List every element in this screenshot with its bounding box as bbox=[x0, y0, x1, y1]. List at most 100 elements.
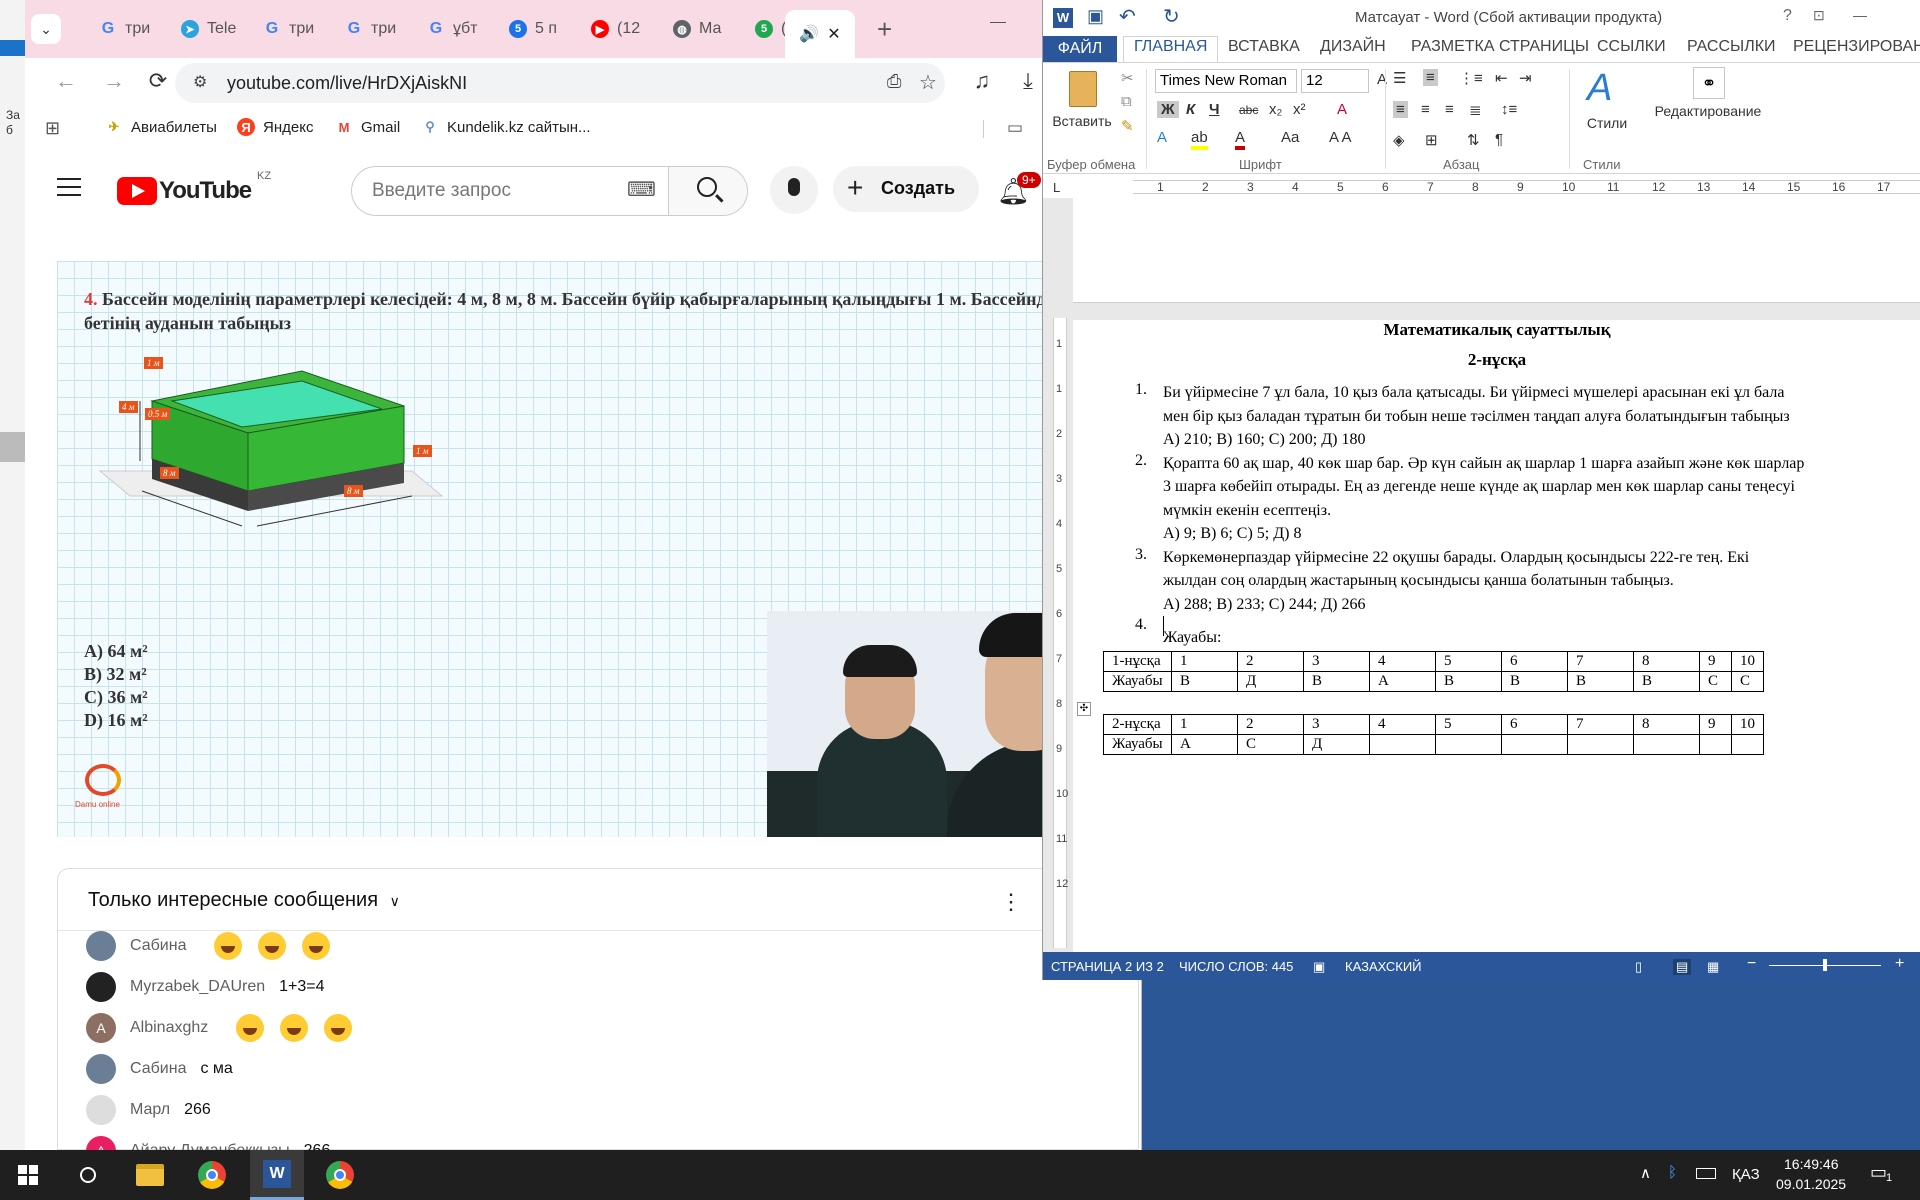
keyboard-icon[interactable]: ⌨ bbox=[627, 177, 656, 202]
chrome-profile-icon[interactable] bbox=[324, 1159, 356, 1191]
table-cell[interactable]: 6 bbox=[1501, 651, 1568, 672]
video-player[interactable]: 4. Бассейн моделінің параметрлері келесі… bbox=[57, 261, 1139, 837]
reload-icon[interactable]: ⟳ bbox=[143, 68, 173, 94]
proofing-icon[interactable]: ▣ bbox=[1313, 959, 1325, 975]
clock-time[interactable]: 16:49:46 bbox=[1784, 1156, 1839, 1172]
chat-author[interactable]: Марл bbox=[130, 1101, 170, 1119]
show-marks-icon[interactable]: ¶ bbox=[1495, 131, 1503, 148]
speaker-icon[interactable]: 🔊 bbox=[799, 24, 819, 44]
avatar[interactable]: А bbox=[86, 1136, 116, 1150]
bookmark-gmail[interactable]: M Gmail bbox=[335, 118, 401, 136]
table-cell[interactable]: 5 bbox=[1435, 651, 1502, 672]
chat-author[interactable]: Albinaxghz bbox=[130, 1019, 208, 1037]
tab-active[interactable]: 🔊 ✕ bbox=[785, 10, 855, 58]
tab-mailings[interactable]: РАССЫЛКИ bbox=[1687, 38, 1776, 56]
highlight-icon[interactable]: ab bbox=[1191, 129, 1208, 150]
numbering-icon[interactable]: ≡ bbox=[1423, 69, 1438, 86]
folder-icon[interactable]: ▭ bbox=[1007, 118, 1023, 138]
media-controls-icon[interactable]: ♫ bbox=[967, 68, 997, 94]
word-app-icon[interactable]: W bbox=[1053, 8, 1073, 28]
multilevel-list-icon[interactable]: ⋮≡ bbox=[1459, 69, 1483, 87]
italic-icon[interactable]: К bbox=[1186, 101, 1195, 118]
chat-message[interactable]: А Айару Думанбеккызы 266 bbox=[86, 1136, 330, 1150]
youtube-logo-icon[interactable] bbox=[117, 177, 157, 205]
bookmark-kundelik[interactable]: ⚲ Kundelik.kz сайтын... bbox=[421, 118, 590, 136]
tab-references[interactable]: ССЫЛКИ bbox=[1597, 38, 1666, 56]
table-cell[interactable]: 2 bbox=[1237, 714, 1304, 735]
sort-icon[interactable]: ⇅ bbox=[1467, 131, 1480, 149]
undo-icon[interactable]: ↶ bbox=[1119, 4, 1136, 29]
install-app-icon[interactable]: ⎙ bbox=[887, 71, 901, 92]
table-cell[interactable] bbox=[1633, 734, 1700, 755]
more-options-icon[interactable]: ⋮ bbox=[1000, 889, 1022, 915]
doc-line[interactable]: Қорапта 60 ақ шар, 40 көк шар бар. Әр кү… bbox=[1163, 452, 1920, 476]
decrease-indent-icon[interactable]: ⇤ bbox=[1495, 69, 1508, 87]
doc-line[interactable]: А) 288; В) 233; С) 244; Д) 266 bbox=[1163, 593, 1920, 617]
start-button[interactable] bbox=[12, 1159, 44, 1191]
font-size-select[interactable]: 12 bbox=[1301, 69, 1369, 93]
table-cell[interactable]: В bbox=[1633, 671, 1700, 692]
document-canvas[interactable]: 1 1 2 3 4 5 6 7 8 9 10 11 12 Математикалық сауаттылы… bbox=[1043, 198, 1920, 960]
table-cell[interactable]: Д bbox=[1303, 734, 1370, 755]
table-cell[interactable]: 3 bbox=[1303, 651, 1370, 672]
apps-icon[interactable]: ⊞ bbox=[45, 118, 60, 139]
table-cell[interactable]: 8 bbox=[1633, 651, 1700, 672]
avatar[interactable] bbox=[86, 972, 116, 1002]
word-taskbar-active[interactable]: W bbox=[250, 1150, 304, 1200]
table-cell[interactable] bbox=[1501, 734, 1568, 755]
align-left-icon[interactable]: ≡ bbox=[1393, 101, 1408, 118]
superscript-icon[interactable]: x² bbox=[1293, 101, 1306, 118]
search-input[interactable]: Введите запрос ⌨ bbox=[351, 166, 668, 216]
avatar[interactable]: A bbox=[86, 1013, 116, 1043]
tab-layout[interactable]: РАЗМЕТКА СТРАНИЦЫ bbox=[1411, 38, 1589, 56]
web-layout-icon[interactable]: ▦ bbox=[1707, 959, 1719, 975]
minimize-icon[interactable] bbox=[1853, 16, 1867, 17]
bluetooth-icon[interactable]: ᛒ bbox=[1668, 1164, 1677, 1181]
download-icon[interactable]: ⤓ bbox=[1013, 68, 1043, 94]
chat-message[interactable]: Myrzabek_DAUren 1+3=4 bbox=[86, 972, 325, 1002]
table-cell[interactable]: 4 bbox=[1369, 651, 1436, 672]
word-count[interactable]: ЧИСЛО СЛОВ: 445 bbox=[1179, 959, 1293, 974]
change-case-icon[interactable]: Aa bbox=[1281, 129, 1299, 146]
address-bar[interactable]: ⚙ youtube.com/live/HrDXjAiskNI ⎙ ☆ bbox=[175, 63, 945, 103]
tab-5[interactable]: 5 5 п bbox=[497, 12, 577, 46]
table-cell[interactable]: Жауабы bbox=[1103, 734, 1172, 755]
chat-author[interactable]: Сабина bbox=[130, 937, 186, 955]
format-painter-icon[interactable]: ✎ bbox=[1121, 117, 1134, 135]
ribbon-display-icon[interactable]: ⊡ bbox=[1813, 7, 1825, 24]
table-cell[interactable] bbox=[1699, 734, 1732, 755]
align-right-icon[interactable]: ≡ bbox=[1445, 101, 1454, 118]
table-cell[interactable]: Д bbox=[1237, 671, 1304, 692]
tab-home[interactable]: ГЛАВНАЯ bbox=[1123, 36, 1219, 62]
answers-table-1[interactable]: 1-нұсқа 1 2 3 4 5 6 7 8 9 10 Жауабы В Д В А В В В В С С bbox=[1103, 651, 1764, 692]
chat-author[interactable]: Айару Думанбеккызы bbox=[130, 1142, 290, 1150]
table-cell[interactable]: 7 bbox=[1567, 651, 1634, 672]
tab-insert[interactable]: ВСТАВКА bbox=[1228, 38, 1300, 56]
chat-message[interactable]: Сабина с ма bbox=[86, 1054, 233, 1084]
justify-icon[interactable]: ≣ bbox=[1469, 101, 1482, 119]
zoom-out-icon[interactable]: − bbox=[1747, 955, 1756, 973]
notification-center-icon[interactable]: ▭ bbox=[1870, 1162, 1887, 1183]
underline-icon[interactable]: Ч bbox=[1209, 101, 1220, 118]
doc-line[interactable]: А) 210; В) 160; С) 200; Д) 180 bbox=[1163, 428, 1920, 452]
table-cell[interactable]: В bbox=[1435, 671, 1502, 692]
grow-shrink-icon[interactable]: A A bbox=[1329, 129, 1352, 146]
tab-design[interactable]: ДИЗАЙН bbox=[1320, 38, 1386, 56]
table-cell[interactable]: 1 bbox=[1171, 651, 1238, 672]
subscript-icon[interactable]: x₂ bbox=[1269, 101, 1282, 118]
table-cell[interactable]: 9 bbox=[1699, 651, 1732, 672]
table-cell[interactable] bbox=[1567, 734, 1634, 755]
table-cell[interactable]: 7 bbox=[1567, 714, 1634, 735]
language[interactable]: КАЗАХСКИЙ bbox=[1345, 959, 1422, 974]
tab-7[interactable]: ◍ Ма bbox=[661, 12, 741, 46]
table-cell[interactable]: 3 bbox=[1303, 714, 1370, 735]
table-cell[interactable] bbox=[1435, 734, 1502, 755]
line-spacing-icon[interactable]: ↕≡ bbox=[1501, 101, 1517, 118]
table-cell[interactable]: 1-нұсқа bbox=[1103, 651, 1172, 672]
table-cell[interactable] bbox=[1369, 734, 1436, 755]
bullets-icon[interactable]: ☰ bbox=[1393, 69, 1406, 87]
page-2[interactable]: Математикалық сауаттылық 2-нұсқа 1. Би үй… bbox=[1073, 320, 1920, 960]
doc-line[interactable]: жылдан соң олардың жастарының қосындысы … bbox=[1163, 569, 1920, 593]
table-cell[interactable]: В bbox=[1501, 671, 1568, 692]
read-mode-icon[interactable]: ▯ bbox=[1635, 959, 1642, 975]
